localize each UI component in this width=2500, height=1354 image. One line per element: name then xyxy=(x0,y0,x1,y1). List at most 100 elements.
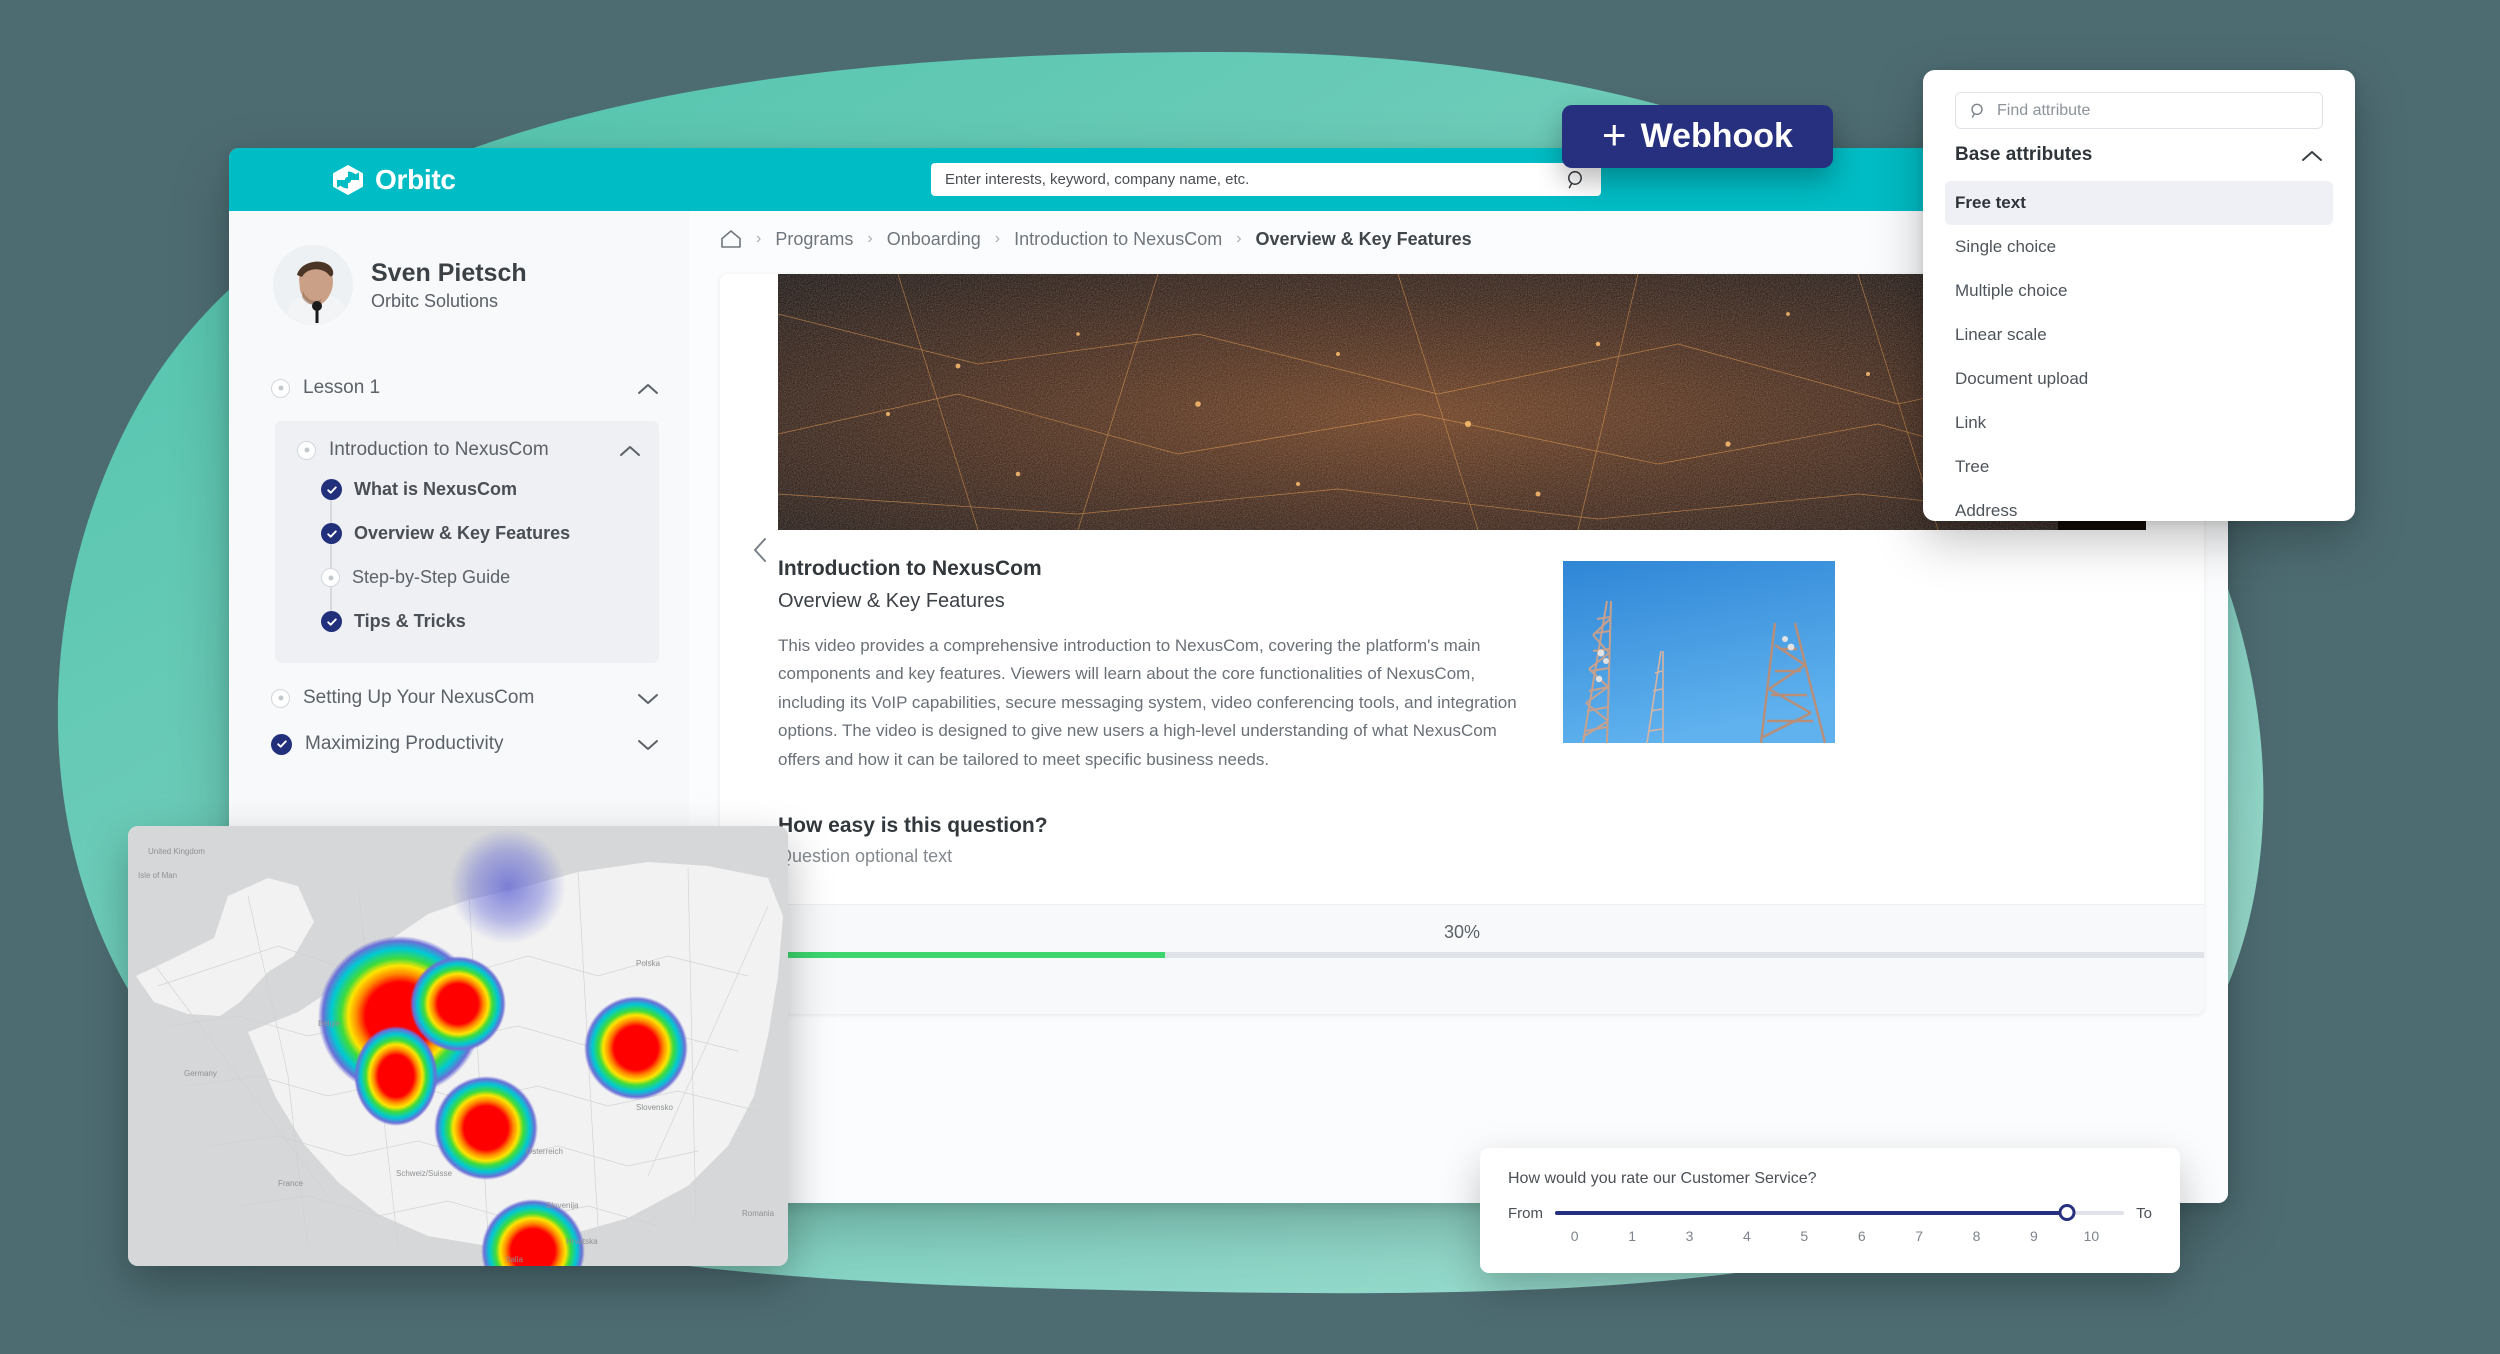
brand-name: Orbitc xyxy=(375,163,456,195)
rating-tick: 1 xyxy=(1628,1228,1636,1244)
status-done-icon xyxy=(321,611,342,632)
attr-item-multiple-choice[interactable]: Multiple choice xyxy=(1945,269,2333,313)
europe-heatmap: United Kingdom Isle of Man Germany Franc… xyxy=(128,826,788,1266)
rating-tick: 6 xyxy=(1857,1228,1866,1244)
article: Introduction to NexusCom Overview & Key … xyxy=(720,530,2204,774)
sidebar-module-label: Introduction to NexusCom xyxy=(329,439,549,460)
sidebar-module-header[interactable]: Introduction to NexusCom xyxy=(275,429,659,471)
rating-tick: 10 xyxy=(2083,1228,2100,1244)
question-title: How easy is this question? xyxy=(778,813,1048,837)
attr-group-base-attributes[interactable]: Base attributes xyxy=(1955,129,2323,181)
svg-text:Slovensko: Slovensko xyxy=(636,1103,673,1112)
article-thumbnail xyxy=(1563,561,1835,743)
status-done-icon xyxy=(321,523,342,544)
rating-tick: 4 xyxy=(1743,1228,1751,1244)
chevron-up-icon[interactable] xyxy=(2301,149,2323,162)
slider-fill xyxy=(1555,1211,2068,1215)
orbitc-logo-icon xyxy=(333,164,363,195)
slider-knob[interactable] xyxy=(2058,1204,2076,1221)
sidebar-lesson-label: Setting Up Your NexusCom xyxy=(303,687,535,708)
status-done-icon xyxy=(321,479,342,500)
svg-text:Hrvatska: Hrvatska xyxy=(566,1237,598,1246)
article-text: Introduction to NexusCom Overview & Key … xyxy=(778,557,1523,774)
chevron-left-icon[interactable] xyxy=(750,536,770,564)
progress-track xyxy=(720,952,2204,958)
breadcrumb-item-onboarding[interactable]: Onboarding xyxy=(887,229,981,250)
breadcrumb-separator: › xyxy=(994,230,1001,247)
breadcrumb-item-introduction[interactable]: Introduction to NexusCom xyxy=(1014,229,1222,250)
global-search[interactable] xyxy=(931,163,1601,196)
status-done-icon xyxy=(271,733,292,755)
rating-slider[interactable] xyxy=(1555,1204,2125,1222)
sidebar-module: Introduction to NexusCom What is NexusCo… xyxy=(275,421,659,663)
status-open-icon xyxy=(297,440,316,460)
brand[interactable]: Orbitc xyxy=(332,164,456,196)
rating-question: How would you rate our Customer Service? xyxy=(1508,1170,1817,1187)
rating-tick: 0 xyxy=(1570,1228,1579,1244)
find-attribute-field[interactable] xyxy=(1955,92,2323,129)
rating-tick: 9 xyxy=(2030,1228,2038,1244)
geo-heatmap-card[interactable]: United Kingdom Isle of Man Germany Franc… xyxy=(128,826,788,1266)
question-block: How easy is this question? Question opti… xyxy=(720,774,2204,867)
status-open-icon xyxy=(271,378,290,398)
chevron-up-icon[interactable] xyxy=(637,382,659,395)
attr-item-document-upload[interactable]: Document upload xyxy=(1945,357,2333,401)
svg-text:Italia: Italia xyxy=(506,1255,523,1264)
svg-text:Germany: Germany xyxy=(184,1069,217,1078)
sidebar-topic-label: What is NexusCom xyxy=(354,479,518,499)
profile-name: Sven Pietsch xyxy=(371,259,527,287)
sidebar-lesson-maximizing-productivity[interactable]: Maximizing Productivity xyxy=(229,721,689,767)
rating-tick: 3 xyxy=(1685,1228,1694,1244)
chevron-up-icon[interactable] xyxy=(619,444,641,457)
attr-item-single-choice[interactable]: Single choice xyxy=(1945,225,2333,269)
attr-item-tree[interactable]: Tree xyxy=(1945,445,2333,489)
svg-text:Osterreich: Osterreich xyxy=(526,1147,563,1156)
search-input[interactable] xyxy=(931,171,1565,188)
breadcrumb-separator: › xyxy=(1236,230,1242,247)
rating-tick: 7 xyxy=(1915,1228,1924,1244)
attr-item-free-text[interactable]: Free text xyxy=(1945,181,2333,225)
find-attribute-input[interactable] xyxy=(1997,101,2309,120)
rating-from-label: From xyxy=(1508,1204,1543,1222)
add-webhook-label: Webhook xyxy=(1640,117,1793,155)
profile: Sven Pietsch Orbitc Solutions xyxy=(229,245,689,325)
course-tree: Lesson 1 Introduction to NexusCom What i… xyxy=(229,367,689,767)
search-icon xyxy=(1971,103,1983,118)
sidebar-topic-label: Overview & Key Features xyxy=(354,523,571,543)
sidebar-lesson-label: Maximizing Productivity xyxy=(305,733,504,754)
attr-group-title: Base attributes xyxy=(1955,144,2093,165)
sidebar-topic-label: Step-by-Step Guide xyxy=(352,567,511,587)
sidebar-lesson-setting-up[interactable]: Setting Up Your NexusCom xyxy=(229,675,689,721)
progress-section: 30% xyxy=(720,904,2204,1014)
svg-text:Schweiz/Suisse: Schweiz/Suisse xyxy=(396,1169,453,1178)
sidebar-lesson-1[interactable]: Lesson 1 xyxy=(229,367,689,409)
sidebar-topic-tips-tricks[interactable]: Tips & Tricks xyxy=(321,605,659,638)
chevron-down-icon[interactable] xyxy=(637,692,659,705)
breadcrumb-separator: › xyxy=(867,230,873,247)
add-webhook-button[interactable]: + Webhook xyxy=(1562,105,1833,168)
breadcrumb-item-programs[interactable]: Programs xyxy=(775,229,853,250)
svg-text:Polska: Polska xyxy=(636,959,661,968)
attr-item-linear-scale[interactable]: Linear scale xyxy=(1945,313,2333,357)
article-subtitle: Overview & Key Features xyxy=(778,590,1005,612)
sidebar-topic-what-is-nexuscom[interactable]: What is NexusCom xyxy=(321,473,659,506)
progress-percent-label: 30% xyxy=(1443,922,1481,942)
previous-slide-button[interactable] xyxy=(746,536,774,564)
svg-text:Slovenija: Slovenija xyxy=(546,1201,579,1210)
sidebar-topic-overview-key-features[interactable]: Overview & Key Features xyxy=(321,517,659,550)
avatar xyxy=(273,245,353,325)
rating-to-label: To xyxy=(2136,1204,2152,1222)
breadcrumb-item-current: Overview & Key Features xyxy=(1255,228,1472,249)
attr-item-address[interactable]: Address xyxy=(1945,489,2333,521)
svg-text:Belgie: Belgie xyxy=(318,1019,341,1028)
sidebar-topic-step-by-step-guide[interactable]: Step-by-Step Guide xyxy=(321,561,659,594)
rating-widget: How would you rate our Customer Service?… xyxy=(1480,1148,2180,1273)
home-icon[interactable] xyxy=(720,229,742,249)
chevron-down-icon[interactable] xyxy=(637,738,659,751)
attr-item-link[interactable]: Link xyxy=(1945,401,2333,445)
search-icon[interactable] xyxy=(1565,169,1587,191)
svg-text:Isle of Man: Isle of Man xyxy=(138,871,177,880)
sidebar-lesson-1-label: Lesson 1 xyxy=(303,377,381,398)
rating-tick: 5 xyxy=(1800,1228,1809,1244)
breadcrumb-separator: › xyxy=(756,230,762,247)
